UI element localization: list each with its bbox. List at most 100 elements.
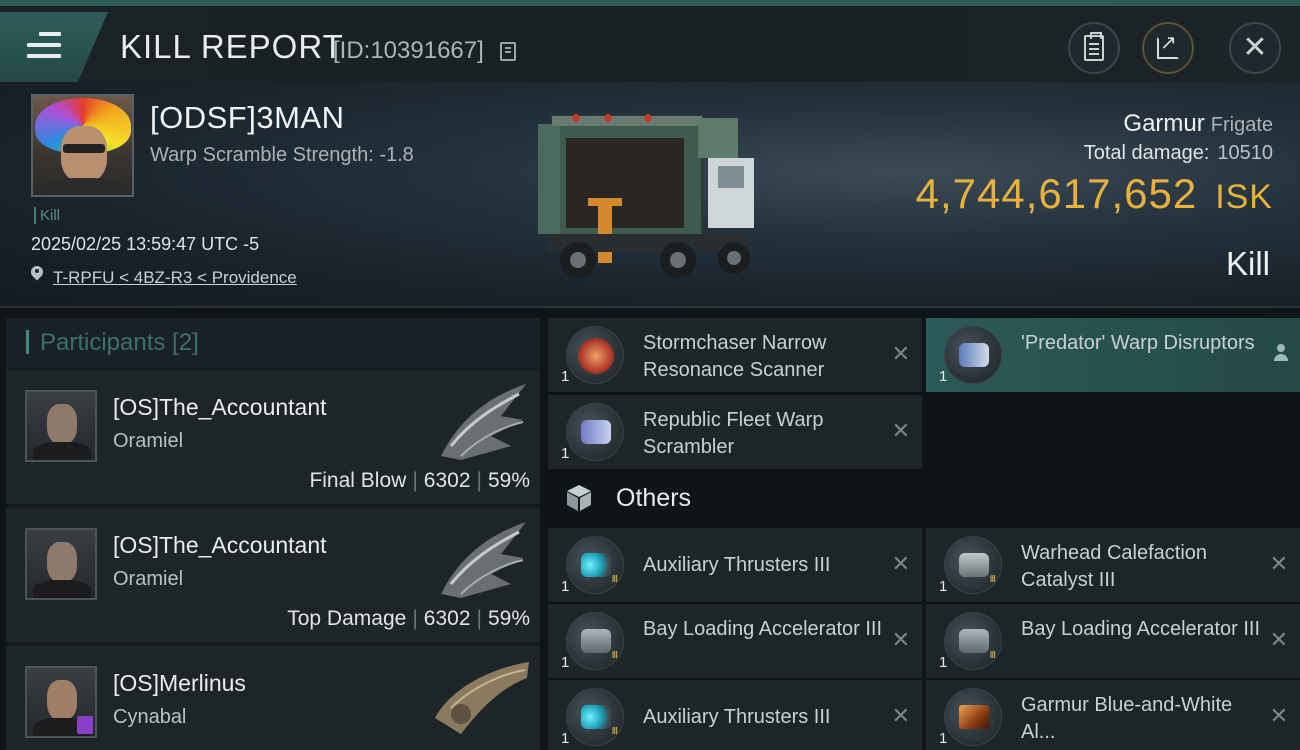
total-damage-label: Total damage: xyxy=(1083,142,1210,164)
others-section-header: Others xyxy=(548,470,1300,526)
module-name: Bay Loading Accelerator III xyxy=(643,618,883,640)
participant-avatar xyxy=(25,528,97,600)
participant-damage: 6302 xyxy=(423,607,471,630)
module-item[interactable]: 1 'Predator' Warp Disruptors xyxy=(926,318,1300,392)
victim-ship-image xyxy=(538,114,754,278)
participant-avatar xyxy=(25,390,97,462)
ship-class: Frigate xyxy=(1210,114,1273,136)
module-name: Warhead Calefaction Catalyst III xyxy=(1021,542,1208,591)
ship-name: Garmur xyxy=(1123,110,1205,137)
module-name: Stormchaser Narrow Resonance Scanner xyxy=(643,332,827,381)
menu-icon xyxy=(27,32,61,65)
report-id: [ID:10391667] xyxy=(333,37,484,64)
participant-row[interactable]: [OS]The_Accountant Oramiel Final Blow | 63… xyxy=(6,370,540,506)
participants-title: Participants [2] xyxy=(40,329,199,356)
victim-ship-name[interactable]: Garmur Frigate xyxy=(1123,110,1273,138)
page-title: KILL REPORT xyxy=(120,28,344,65)
cube-icon xyxy=(567,485,591,511)
module-quantity: 1 xyxy=(561,445,570,462)
participant-avatar xyxy=(25,666,97,738)
warp-scramble-strength: Warp Scramble Strength: -1.8 xyxy=(150,144,414,166)
x-icon[interactable]: ✕ xyxy=(1270,552,1288,577)
warp-scrambler-icon xyxy=(566,403,624,461)
participant-role: Top Damage xyxy=(287,607,407,630)
participant-row[interactable]: [OS]Merlinus Cynabal xyxy=(6,646,540,750)
total-damage-value: 10510 xyxy=(1217,142,1273,164)
module-item[interactable]: III 1 Auxiliary Thrusters III ✕ xyxy=(548,528,922,602)
participant-percent: 59% xyxy=(487,607,530,630)
participant-ship: Cynabal xyxy=(113,706,187,728)
participant-ship-image xyxy=(441,522,526,598)
thruster-icon: III xyxy=(566,536,624,594)
module-quantity: 1 xyxy=(939,368,948,385)
rank-badge-icon xyxy=(77,716,93,734)
module-item[interactable]: III 1 Bay Loading Accelerator III ✕ xyxy=(926,604,1300,678)
participant-name: [OS]The_Accountant xyxy=(113,394,327,420)
module-quantity: 1 xyxy=(561,578,570,595)
participants-panel: Participants [2] [OS]The_Accountant Oram… xyxy=(6,318,540,750)
kill-tag: Kill xyxy=(34,207,60,224)
module-name: Garmur Blue-and-White Al... xyxy=(1021,694,1233,743)
module-quantity: 1 xyxy=(939,654,948,671)
module-item[interactable]: 1 Stormchaser Narrow Resonance Scanner ✕ xyxy=(548,318,922,392)
participants-header: Participants [2] xyxy=(6,318,540,368)
module-item[interactable]: III 1 Bay Loading Accelerator III ✕ xyxy=(548,604,922,678)
clipboard-button[interactable] xyxy=(1068,22,1120,74)
share-icon xyxy=(1157,30,1179,59)
participant-name: [OS]The_Accountant xyxy=(113,532,327,558)
x-icon[interactable]: ✕ xyxy=(892,704,910,729)
close-icon: ✕ xyxy=(1242,30,1268,65)
warp-disruptor-icon xyxy=(944,326,1002,384)
participant-stats: Final Blow | 6302 | 59% xyxy=(309,469,530,492)
module-name: Republic Fleet Warp Scrambler xyxy=(643,409,824,458)
victim-name[interactable]: [ODSF]3MAN xyxy=(150,100,344,136)
x-icon[interactable]: ✕ xyxy=(892,342,910,367)
module-name: Auxiliary Thrusters III xyxy=(643,706,831,728)
victim-avatar[interactable] xyxy=(31,94,134,197)
module-name: Bay Loading Accelerator III xyxy=(1021,618,1261,640)
person-icon[interactable] xyxy=(1272,344,1290,362)
kill-location-link[interactable]: T-RPFU < 4BZ-R3 < Providence xyxy=(53,268,297,288)
bay-loader-icon: III xyxy=(944,612,1002,670)
menu-button[interactable] xyxy=(0,12,108,82)
participant-ship: Oramiel xyxy=(113,568,184,590)
module-item[interactable]: III 1 Auxiliary Thrusters III ✕ xyxy=(548,680,922,750)
isk-value: 4,744,617,652 ISK xyxy=(916,170,1273,218)
participant-ship-image xyxy=(441,384,526,460)
participant-stats: Top Damage | 6302 | 59% xyxy=(287,607,530,630)
participant-role: Final Blow xyxy=(309,469,407,492)
module-name: 'Predator' Warp Disruptors xyxy=(1021,332,1255,354)
x-icon[interactable]: ✕ xyxy=(1270,704,1288,729)
module-quantity: 1 xyxy=(561,654,570,671)
module-item[interactable]: III 1 Warhead Calefaction Catalyst III ✕ xyxy=(926,528,1300,602)
x-icon[interactable]: ✕ xyxy=(892,419,910,444)
participant-damage: 6302 xyxy=(423,469,471,492)
module-item[interactable]: 1 Republic Fleet Warp Scrambler ✕ xyxy=(548,395,922,469)
clipboard-icon xyxy=(1084,32,1104,61)
result-label: Kill xyxy=(1225,245,1270,282)
module-quantity: 1 xyxy=(561,368,570,385)
top-bar: KILL REPORT [ID:10391667] ✕ xyxy=(0,0,1300,82)
total-damage: Total damage: 10510 xyxy=(1084,142,1273,165)
share-button[interactable] xyxy=(1142,22,1194,74)
module-quantity: 1 xyxy=(939,578,948,595)
x-icon[interactable]: ✕ xyxy=(1270,628,1288,653)
participant-ship: Oramiel xyxy=(113,430,184,452)
kill-datetime: 2025/02/25 13:59:47 UTC -5 xyxy=(31,234,260,254)
bay-loader-icon: III xyxy=(566,612,624,670)
isk-amount: 4,744,617,652 xyxy=(915,170,1198,217)
warhead-catalyst-icon: III xyxy=(944,536,1002,594)
participant-row[interactable]: [OS]The_Accountant Oramiel Top Damage | 63… xyxy=(6,508,540,644)
close-button[interactable]: ✕ xyxy=(1229,22,1281,74)
participant-percent: 59% xyxy=(487,469,530,492)
scanner-icon xyxy=(566,326,624,384)
victim-summary: [ODSF]3MAN Warp Scramble Strength: -1.8 … xyxy=(0,82,1300,308)
module-item[interactable]: 1 Garmur Blue-and-White Al... ✕ xyxy=(926,680,1300,750)
module-quantity: 1 xyxy=(561,730,570,747)
x-icon[interactable]: ✕ xyxy=(892,552,910,577)
x-icon[interactable]: ✕ xyxy=(892,628,910,653)
module-name: Auxiliary Thrusters III xyxy=(643,554,831,576)
isk-unit: ISK xyxy=(1215,178,1273,216)
copy-icon[interactable] xyxy=(500,42,516,61)
location-pin-icon xyxy=(31,266,43,282)
